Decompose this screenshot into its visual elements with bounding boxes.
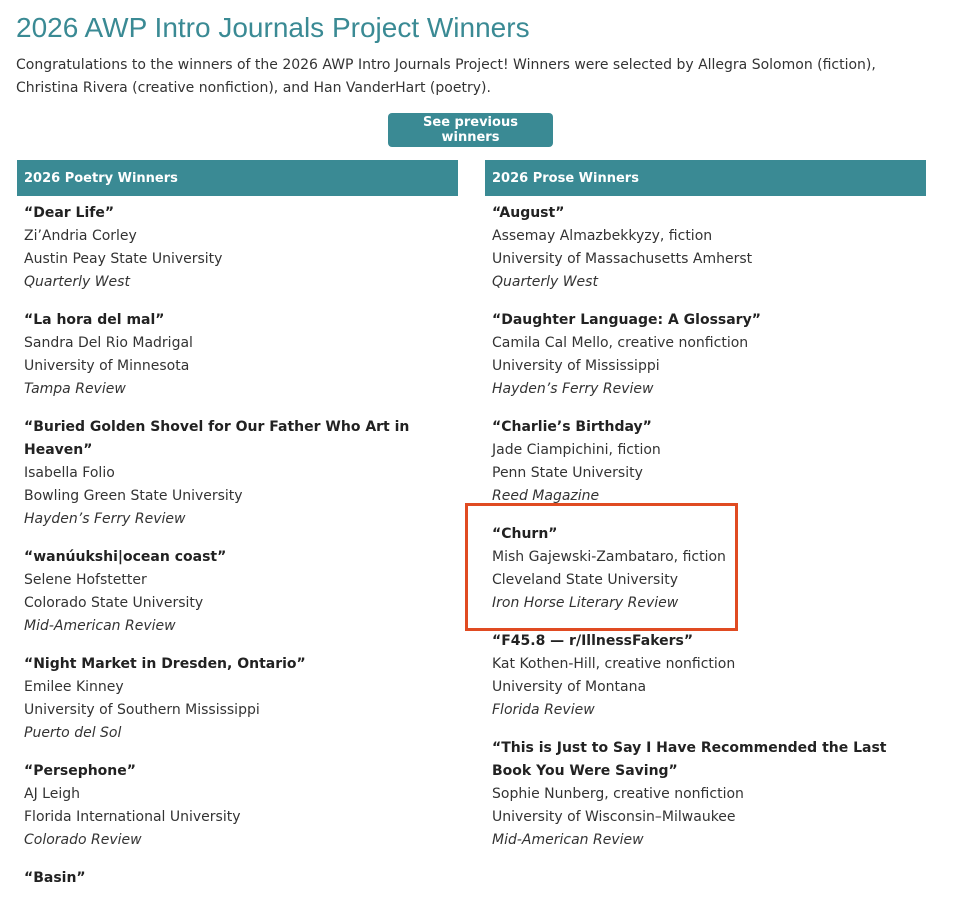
winner-entry: “Buried Golden Shovel for Our Father Who… [24,416,458,531]
entry-journal: Mid-American Review [24,618,176,634]
entry-journal: Hayden’s Ferry Review [492,381,654,397]
entry-author: Sandra Del Rio Madrigal [24,335,193,351]
prose-winners-list: “August” Assemay Almazbekkyzy, fiction Uni… [485,196,926,852]
entry-title: “La hora del mal” [24,312,165,328]
entry-author: Zi’Andria Corley [24,228,137,244]
entry-school: University of Massachusetts Amherst [492,251,753,267]
winner-entry: “This is Just to Say I Have Recommended … [492,737,926,852]
winner-entry: “wanúukshi|ocean coast” Selene Hofstetter… [24,546,458,638]
winner-entry: “La hora del mal” Sandra Del Rio Madrigal… [24,309,458,401]
entry-school: Austin Peay State University [24,251,223,267]
entry-school: Colorado State University [24,595,204,611]
entry-title: “Buried Golden Shovel for Our Father Who… [24,419,410,458]
entry-author: Mish Gajewski-Zambataro, fiction [492,549,726,565]
entry-title: “Dear Life” [24,205,115,221]
prose-winners-column: 2026 Prose Winners “August” Assemay Almaz… [485,160,926,867]
poetry-winners-column: 2026 Poetry Winners “Dear Life” Zi’Andria… [17,160,458,905]
entry-title: “F45.8 — r/IllnessFakers” [492,633,694,649]
entry-journal: Florida Review [492,702,595,718]
winner-entry: “August” Assemay Almazbekkyzy, fiction Uni… [492,202,926,294]
entry-journal: Reed Magazine [492,488,600,504]
winner-entry: “Dear Life” Zi’Andria Corley Austin Peay S… [24,202,458,294]
entry-author: Selene Hofstetter [24,572,147,588]
see-previous-winners-button[interactable]: See previous winners [388,113,553,147]
entry-author: Camila Cal Mello, creative nonfiction [492,335,749,351]
winner-entry: “Persephone” AJ Leigh Florida Internationa… [24,760,458,852]
entry-school: University of Wisconsin–Milwaukee [492,809,736,825]
entry-title: “Basin” [24,870,86,886]
entry-title: “Churn” [492,526,558,542]
entry-journal: Mid-American Review [492,832,644,848]
entry-author: Sophie Nunberg, creative nonfiction [492,786,744,802]
entry-school: University of Mississippi [492,358,660,374]
entry-school: Bowling Green State University [24,488,243,504]
entry-school: University of Montana [492,679,647,695]
poetry-winners-header: 2026 Poetry Winners [17,160,458,196]
entry-author: Isabella Folio [24,465,115,481]
entry-school: University of Southern Mississippi [24,702,260,718]
entry-journal: Quarterly West [24,274,130,290]
entry-title: “Persephone” [24,763,136,779]
winner-entry: “Daughter Language: A Glossary” Camila Ca… [492,309,926,401]
winner-entry: “Churn” Mish Gajewski-Zambataro, fiction C… [492,523,926,615]
entry-author: Kat Kothen-Hill, creative nonfiction [492,656,736,672]
entry-title: “August” [492,205,565,221]
winner-entry: “Basin” [24,867,458,890]
entry-school: Cleveland State University [492,572,678,588]
winner-entry: “Charlie’s Birthday” Jade Ciampichini, fi… [492,416,926,508]
intro-text: Congratulations to the winners of the 20… [16,57,876,96]
entry-author: Jade Ciampichini, fiction [492,442,661,458]
entry-title: “wanúukshi|ocean coast” [24,549,227,565]
entry-author: Emilee Kinney [24,679,124,695]
entry-school: Penn State University [492,465,643,481]
entry-author: AJ Leigh [24,786,80,802]
prose-winners-header: 2026 Prose Winners [485,160,926,196]
winner-entry: “F45.8 — r/IllnessFakers” Kat Kothen-Hill… [492,630,926,722]
entry-title: “Charlie’s Birthday” [492,419,652,435]
entry-journal: Tampa Review [24,381,126,397]
entry-journal: Hayden’s Ferry Review [24,511,186,527]
entry-title: “Daughter Language: A Glossary” [492,312,761,328]
entry-school: Florida International University [24,809,241,825]
entry-title: “Night Market in Dresden, Ontario” [24,656,306,672]
entry-journal: Puerto del Sol [24,725,122,741]
entry-author: Assemay Almazbekkyzy, fiction [492,228,713,244]
winner-entry: “Night Market in Dresden, Ontario” Emilee… [24,653,458,745]
page-title: 2026 AWP Intro Journals Project Winners [16,12,530,43]
poetry-winners-list: “Dear Life” Zi’Andria Corley Austin Peay S… [17,196,458,890]
entry-journal: Colorado Review [24,832,142,848]
entry-journal: Quarterly West [492,274,598,290]
entry-journal: Iron Horse Literary Review [492,595,679,611]
entry-school: University of Minnesota [24,358,190,374]
entry-title: “This is Just to Say I Have Recommended … [492,740,887,779]
